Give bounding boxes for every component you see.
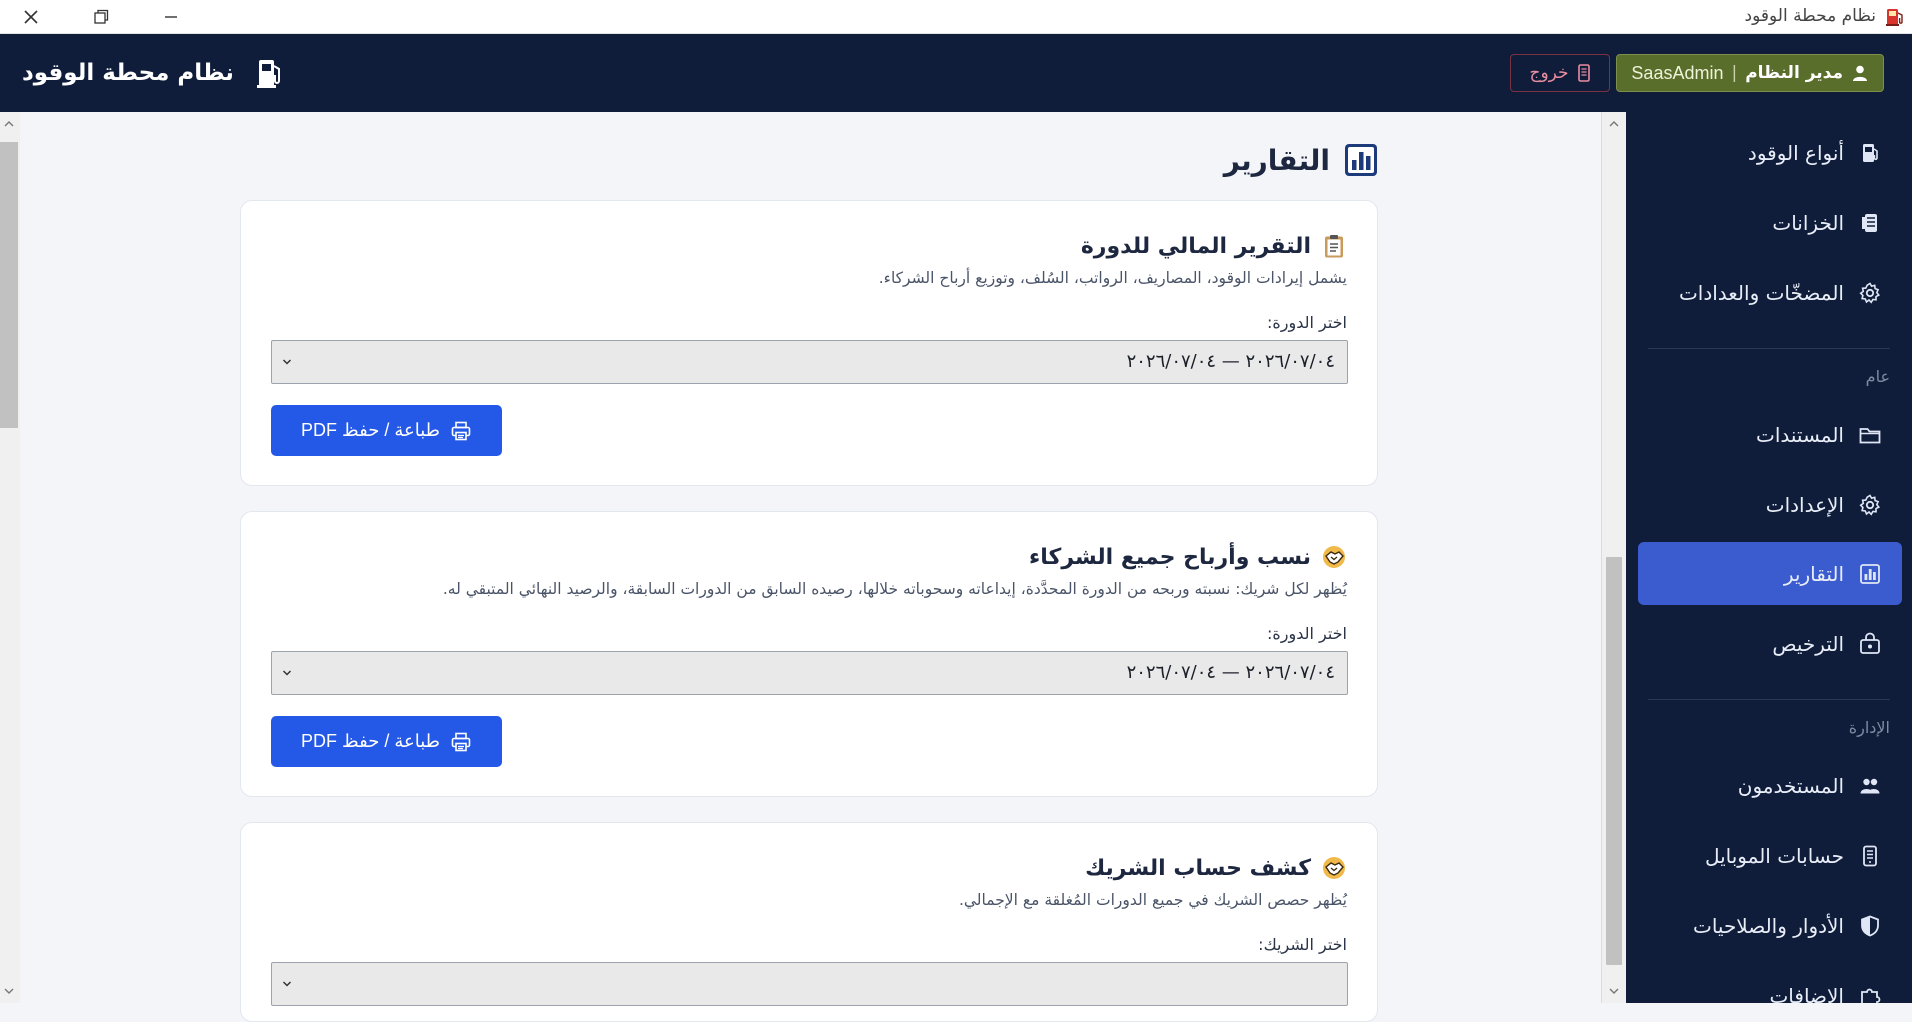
print-pdf-button[interactable]: طباعة / حفظ PDF bbox=[271, 716, 502, 767]
period-select[interactable]: ٢٠٢٦/٠٧/٠٤ — ٢٠٢٦/٠٧/٠٤ bbox=[271, 340, 1348, 384]
period-label: اختر الدورة: bbox=[1266, 313, 1347, 332]
user-badge[interactable]: مدير النظام | SaasAdmin bbox=[1616, 54, 1884, 92]
chevron-down-icon bbox=[281, 356, 293, 368]
sidebar-divider bbox=[1648, 348, 1890, 349]
chart-icon bbox=[1344, 143, 1378, 177]
sidebar-item-label: الأدوار والصلاحيات bbox=[1692, 913, 1844, 938]
puzzle-icon bbox=[1858, 984, 1882, 1003]
print-pdf-label: طباعة / حفظ PDF bbox=[301, 731, 440, 751]
report-card-financial: التقرير المالي للدورة يشمل إيرادات الوقو… bbox=[240, 200, 1378, 486]
card-title: كشف حساب الشريك bbox=[1085, 855, 1347, 881]
sidebar-item-tanks[interactable]: الخزانات bbox=[1638, 191, 1902, 254]
sidebar-item-label: حسابات الموبايل bbox=[1704, 843, 1844, 868]
chevron-down-icon bbox=[281, 978, 293, 990]
printer-icon bbox=[450, 420, 472, 442]
sidebar-item-label: الترخيص bbox=[1772, 631, 1844, 656]
shield-icon bbox=[1858, 914, 1882, 938]
sidebar-item-documents[interactable]: المستندات bbox=[1638, 403, 1902, 466]
sidebar-item-label: المستندات bbox=[1755, 422, 1844, 447]
sidebar-item-mobile-accounts[interactable]: حسابات الموبايل bbox=[1638, 824, 1902, 887]
phone-exit-icon bbox=[1577, 64, 1591, 82]
brand: نظام محطة الوقود bbox=[22, 34, 284, 112]
logout-label: خروج bbox=[1529, 63, 1569, 82]
sidebar-item-label: الإضافات bbox=[1769, 983, 1844, 1004]
username: SaasAdmin bbox=[1631, 62, 1724, 83]
report-card-partner-statement: كشف حساب الشريك يُظهر حصص الشريك في جميع… bbox=[240, 822, 1378, 1022]
close-icon[interactable] bbox=[20, 6, 42, 28]
app-header: نظام محطة الوقود مدير النظام | SaasAdmin… bbox=[0, 34, 1912, 112]
sidebar-item-reports[interactable]: التقارير bbox=[1638, 542, 1902, 605]
period-label: اختر الدورة: bbox=[1266, 624, 1347, 643]
handshake-icon bbox=[1321, 855, 1347, 881]
folder-icon bbox=[1858, 423, 1882, 447]
minimize-icon[interactable] bbox=[160, 6, 182, 28]
fuel-pump-icon bbox=[256, 56, 284, 90]
card-description: يُظهر لكل شريك: نسبته وربحه من الدورة ال… bbox=[442, 580, 1347, 598]
print-pdf-label: طباعة / حفظ PDF bbox=[301, 420, 440, 440]
partner-select[interactable] bbox=[271, 962, 1348, 1006]
partner-label: اختر الشريك: bbox=[1258, 935, 1347, 954]
scrollbar-thumb[interactable] bbox=[0, 142, 18, 428]
card-description: يشمل إيرادات الوقود، المصاريف، الرواتب، … bbox=[878, 269, 1347, 287]
sidebar-item-label: التقارير bbox=[1783, 561, 1844, 586]
window-title: نظام محطة الوقود bbox=[1744, 6, 1877, 26]
fuel-pump-icon bbox=[1884, 6, 1906, 28]
sidebar-item-label: الخزانات bbox=[1772, 210, 1844, 235]
sidebar: أنواع الوقود الخزانات المضخّات والعدادات… bbox=[1626, 112, 1912, 1003]
period-select-value: ٢٠٢٦/٠٧/٠٤ — ٢٠٢٦/٠٧/٠٤ bbox=[1126, 662, 1335, 683]
card-title-text: التقرير المالي للدورة bbox=[1080, 233, 1311, 259]
main-scrollbar[interactable] bbox=[1601, 112, 1626, 1003]
scrollbar-thumb[interactable] bbox=[1606, 557, 1622, 965]
handshake-icon bbox=[1321, 544, 1347, 570]
sidebar-item-users[interactable]: المستخدمون bbox=[1638, 754, 1902, 817]
sidebar-item-label: المستخدمون bbox=[1737, 773, 1844, 798]
sidebar-item-label: المضخّات والعدادات bbox=[1678, 280, 1844, 305]
scroll-up-icon[interactable] bbox=[1608, 118, 1620, 130]
window-titlebar: نظام محطة الوقود bbox=[0, 0, 1912, 34]
period-select-value: ٢٠٢٦/٠٧/٠٤ — ٢٠٢٦/٠٧/٠٤ bbox=[1126, 351, 1335, 372]
scroll-up-icon[interactable] bbox=[3, 118, 15, 130]
clipboard-icon bbox=[1321, 233, 1347, 259]
fuel-type-icon bbox=[1858, 141, 1882, 165]
app-title: نظام محطة الوقود bbox=[22, 60, 234, 86]
sidebar-section-general: عام bbox=[1865, 367, 1890, 386]
sidebar-item-plugins[interactable]: الإضافات bbox=[1638, 964, 1902, 1003]
chart-icon bbox=[1858, 562, 1882, 586]
sidebar-item-fuel-types[interactable]: أنواع الوقود bbox=[1638, 121, 1902, 184]
sidebar-item-settings[interactable]: الإعدادات bbox=[1638, 473, 1902, 536]
printer-icon bbox=[450, 731, 472, 753]
print-pdf-button[interactable]: طباعة / حفظ PDF bbox=[271, 405, 502, 456]
users-icon bbox=[1858, 774, 1882, 798]
logout-button[interactable]: خروج bbox=[1510, 54, 1610, 92]
settings-icon bbox=[1858, 493, 1882, 517]
sidebar-item-pumps[interactable]: المضخّات والعدادات bbox=[1638, 261, 1902, 324]
user-separator: | bbox=[1731, 63, 1738, 83]
report-card-partners: نسب وأرباح جميع الشركاء يُظهر لكل شريك: … bbox=[240, 511, 1378, 797]
card-title-text: كشف حساب الشريك bbox=[1085, 855, 1311, 881]
card-description: يُظهر حصص الشريك في جميع الدورات المُغلق… bbox=[958, 891, 1347, 909]
scroll-down-icon[interactable] bbox=[3, 985, 15, 997]
period-select[interactable]: ٢٠٢٦/٠٧/٠٤ — ٢٠٢٦/٠٧/٠٤ bbox=[271, 651, 1348, 695]
sidebar-section-admin: الإدارة bbox=[1848, 718, 1890, 737]
sidebar-divider bbox=[1648, 699, 1890, 700]
page-title: التقارير bbox=[1224, 140, 1378, 180]
gear-icon bbox=[1858, 281, 1882, 305]
restore-icon[interactable] bbox=[90, 6, 112, 28]
sidebar-item-license[interactable]: الترخيص bbox=[1638, 612, 1902, 675]
page-title-text: التقارير bbox=[1223, 143, 1330, 177]
sidebar-item-roles[interactable]: الأدوار والصلاحيات bbox=[1638, 894, 1902, 957]
mobile-icon bbox=[1858, 844, 1882, 868]
license-icon bbox=[1858, 632, 1882, 656]
chevron-down-icon bbox=[281, 667, 293, 679]
sidebar-item-label: أنواع الوقود bbox=[1747, 140, 1844, 165]
card-title: التقرير المالي للدورة bbox=[1081, 233, 1347, 259]
user-icon bbox=[1851, 64, 1869, 82]
scroll-down-icon[interactable] bbox=[1608, 985, 1620, 997]
card-title: نسب وأرباح جميع الشركاء bbox=[1029, 544, 1347, 570]
card-title-text: نسب وأرباح جميع الشركاء bbox=[1029, 544, 1311, 570]
secondary-scrollbar[interactable] bbox=[0, 112, 20, 1003]
tank-icon bbox=[1858, 211, 1882, 235]
sidebar-item-label: الإعدادات bbox=[1765, 492, 1844, 517]
user-role: مدير النظام bbox=[1745, 63, 1843, 83]
